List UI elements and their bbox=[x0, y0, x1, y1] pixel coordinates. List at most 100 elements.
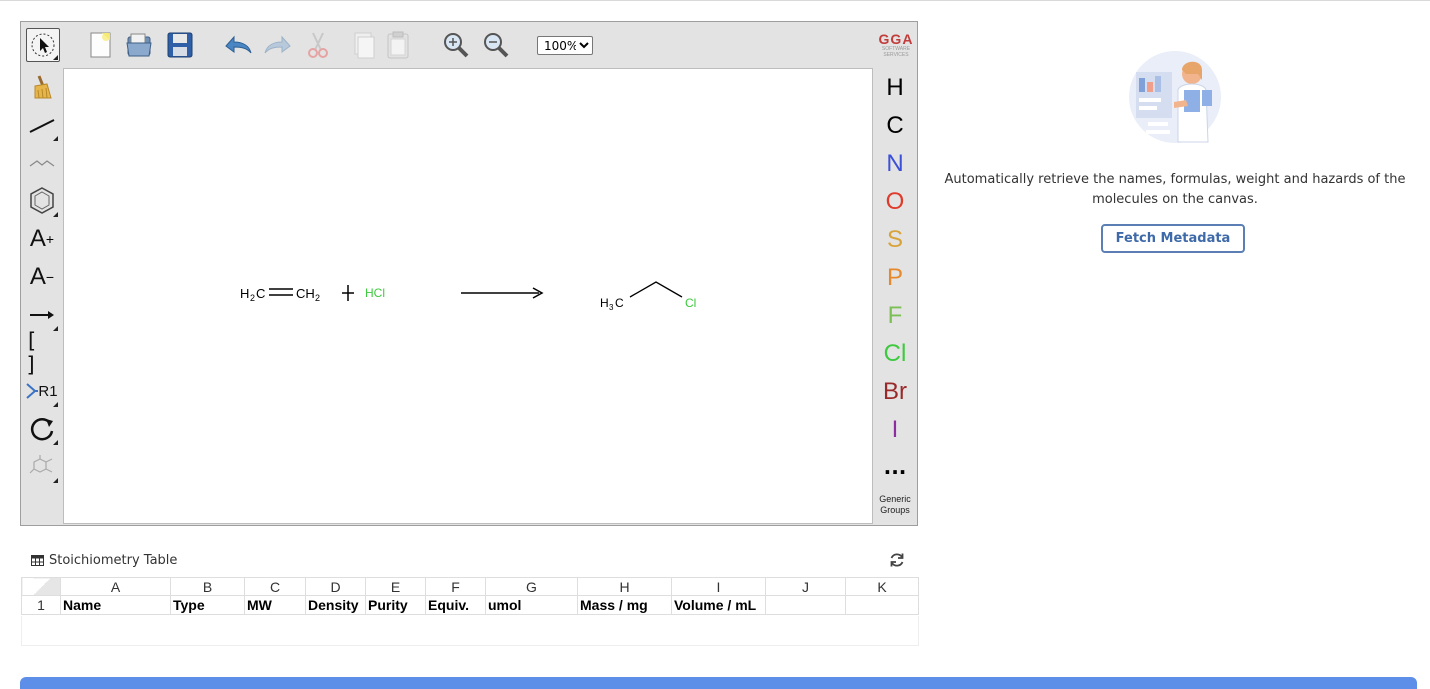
top-toolbar: 100% bbox=[21, 22, 917, 68]
ethylene-h: H bbox=[240, 286, 249, 301]
table-row: 1 Name Type MW Density Purity Equiv. umol Mass … bbox=[21, 595, 919, 615]
undo-button[interactable] bbox=[221, 28, 255, 62]
column-header-b[interactable]: B bbox=[170, 577, 245, 596]
structure-template-tool-button[interactable] bbox=[25, 450, 59, 484]
zoom-in-icon bbox=[444, 33, 469, 58]
ethylene-molecule: H 2 C CH 2 bbox=[240, 286, 320, 303]
table-cell[interactable]: Mass / mg bbox=[577, 595, 672, 615]
chloroethane-h-sub: 3 bbox=[609, 303, 614, 312]
table-cell[interactable]: Type bbox=[170, 595, 245, 615]
element-button-i[interactable]: I bbox=[877, 412, 913, 448]
table-cell[interactable]: Purity bbox=[365, 595, 426, 615]
cut-button[interactable] bbox=[301, 28, 335, 62]
element-button-o[interactable]: O bbox=[877, 184, 913, 220]
element-button-h[interactable]: H bbox=[877, 70, 913, 106]
increase-charge-tool-button[interactable]: A + bbox=[25, 222, 59, 256]
column-header-a[interactable]: A bbox=[60, 577, 171, 596]
element-button-cl[interactable]: Cl bbox=[877, 336, 913, 372]
table-cell[interactable] bbox=[765, 595, 846, 615]
ring-template-tool-button[interactable] bbox=[25, 184, 59, 218]
ethylene-h-sub: 2 bbox=[250, 293, 255, 303]
copy-button[interactable] bbox=[346, 28, 380, 62]
zoom-select[interactable]: 100% bbox=[537, 36, 593, 55]
column-header-k[interactable]: K bbox=[845, 577, 919, 596]
single-bond-tool-button[interactable] bbox=[25, 108, 59, 142]
stoichiometry-header: Stoichiometry Table bbox=[31, 551, 177, 569]
element-button-p[interactable]: P bbox=[877, 260, 913, 296]
new-document-button[interactable] bbox=[83, 28, 117, 62]
chloroethane-h: H bbox=[600, 296, 609, 310]
clipboard-icon bbox=[387, 31, 409, 59]
window-top-border bbox=[0, 0, 1430, 1]
table-cell[interactable]: Density bbox=[305, 595, 366, 615]
scissors-icon bbox=[308, 32, 328, 58]
open-folder-icon bbox=[126, 33, 152, 57]
drawing-canvas[interactable]: H 2 C CH 2 HCl H 3 C Cl bbox=[63, 68, 873, 524]
reaction-arrow-tool-button[interactable] bbox=[25, 298, 59, 332]
table-cell[interactable]: MW bbox=[244, 595, 306, 615]
copy-icon bbox=[354, 32, 375, 59]
table-icon bbox=[31, 554, 44, 566]
element-button-f[interactable]: F bbox=[877, 298, 913, 334]
column-header-g[interactable]: G bbox=[485, 577, 578, 596]
table-cell[interactable]: Name bbox=[60, 595, 171, 615]
refresh-icon[interactable] bbox=[888, 551, 906, 569]
decrease-charge-tool-button[interactable]: A − bbox=[25, 260, 59, 294]
element-button-c[interactable]: C bbox=[877, 108, 913, 144]
charge-minus-sup: − bbox=[45, 269, 55, 285]
element-button-n[interactable]: N bbox=[877, 146, 913, 182]
gga-logo-text: GGA bbox=[878, 31, 914, 47]
more-elements-button[interactable]: ... bbox=[877, 456, 913, 486]
column-header-i[interactable]: I bbox=[671, 577, 766, 596]
gga-logo-subtext: SOFTWARE SERVICES bbox=[881, 46, 911, 58]
rgroup-label: R1 bbox=[38, 382, 58, 400]
rgroup-tool-button[interactable]: R1 bbox=[25, 374, 59, 408]
select-tool-button[interactable] bbox=[26, 28, 60, 62]
paste-button[interactable] bbox=[381, 28, 415, 62]
zoom-out-button[interactable] bbox=[479, 28, 513, 62]
hcl-molecule: HCl bbox=[365, 286, 385, 300]
save-button[interactable] bbox=[163, 28, 197, 62]
table-cell[interactable] bbox=[845, 595, 919, 615]
eraser-tool-button[interactable] bbox=[25, 70, 59, 104]
undo-icon bbox=[225, 35, 252, 54]
redo-icon bbox=[264, 35, 291, 54]
brackets-tool-button[interactable]: [ ] bbox=[25, 329, 59, 377]
zoom-out-icon bbox=[484, 33, 509, 58]
rotate-tool-button[interactable] bbox=[25, 412, 59, 446]
rgroup-attach-icon bbox=[26, 383, 39, 399]
spreadsheet-table: ABCDEFGHIJK 1 Name Type MW Density Purity Equ… bbox=[21, 577, 919, 615]
charge-minus-label: A bbox=[29, 263, 46, 290]
chain-tool-button[interactable] bbox=[25, 146, 59, 180]
fetch-metadata-button[interactable]: Fetch Metadata bbox=[1101, 224, 1245, 253]
column-header-c[interactable]: C bbox=[244, 577, 306, 596]
brackets-label: [ ] bbox=[25, 329, 38, 377]
open-file-button[interactable] bbox=[122, 28, 156, 62]
column-header-d[interactable]: D bbox=[305, 577, 366, 596]
chloroethane-cl: Cl bbox=[685, 296, 696, 310]
chloroethane-c: C bbox=[615, 296, 624, 310]
row-header[interactable]: 1 bbox=[21, 595, 61, 615]
ethylene-ch-sub: 2 bbox=[315, 293, 320, 303]
table-cell[interactable]: umol bbox=[485, 595, 578, 615]
column-header-h[interactable]: H bbox=[577, 577, 672, 596]
redo-button[interactable] bbox=[261, 28, 295, 62]
left-toolbar: A + A − [ ] R1 bbox=[21, 68, 63, 525]
element-button-s[interactable]: S bbox=[877, 222, 913, 258]
column-header-e[interactable]: E bbox=[365, 577, 426, 596]
ethylene-c: C bbox=[256, 286, 265, 301]
element-button-br[interactable]: Br bbox=[877, 374, 913, 410]
generic-groups-button[interactable]: Generic Groups bbox=[875, 494, 915, 516]
chain-icon bbox=[29, 160, 55, 167]
gga-logo: GGA SOFTWARE SERVICES bbox=[877, 32, 915, 58]
table-cell[interactable]: Equiv. bbox=[425, 595, 486, 615]
column-header-j[interactable]: J bbox=[765, 577, 846, 596]
table-cell[interactable]: Volume / mL bbox=[671, 595, 766, 615]
bottom-action-bar[interactable] bbox=[20, 677, 1417, 689]
metadata-description: Automatically retrieve the names, formul… bbox=[944, 172, 1406, 207]
corner-cell[interactable] bbox=[21, 577, 61, 596]
zoom-in-button[interactable] bbox=[439, 28, 473, 62]
structure-editor: 100% A + A − [] R1 H 2 C CH 2 HCl H 3 C… bbox=[20, 21, 918, 526]
column-header-f[interactable]: F bbox=[425, 577, 486, 596]
spreadsheet-empty-area bbox=[21, 616, 919, 646]
